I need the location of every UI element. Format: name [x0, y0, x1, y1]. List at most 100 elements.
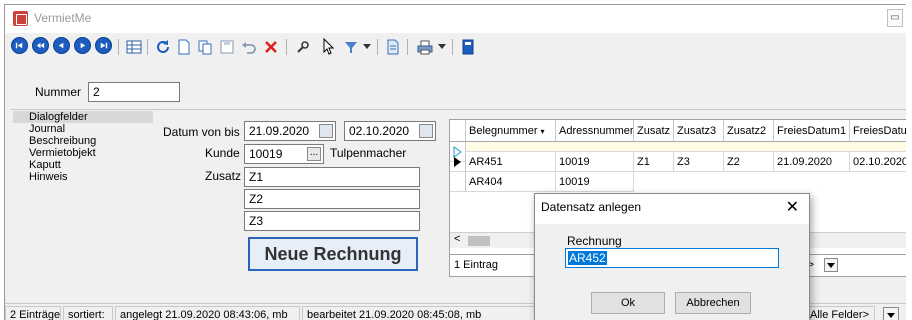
- table-icon: [126, 40, 142, 54]
- status-entry-count: 2 Einträge: [5, 306, 61, 320]
- column-header-adressnummer[interactable]: Adressnummer: [556, 120, 634, 142]
- filter-button[interactable]: [341, 37, 361, 57]
- first-record-icon: [15, 42, 23, 49]
- mouse-pointer-icon: [323, 37, 335, 55]
- print-dropdown-icon: [438, 44, 446, 49]
- section-item-vermietobjekt[interactable]: Vermietobjekt: [13, 147, 153, 159]
- kunde-name: Tulpenmacher: [330, 146, 407, 160]
- datum-von-field[interactable]: 21.09.2020: [244, 121, 336, 141]
- undo-button[interactable]: [239, 37, 259, 57]
- table-cell[interactable]: Z1: [634, 152, 674, 172]
- calendar-icon[interactable]: [319, 124, 333, 138]
- section-item-kaputt[interactable]: Kaputt: [13, 159, 153, 171]
- table-cell[interactable]: 10019: [556, 172, 634, 192]
- section-item-journal[interactable]: Journal: [13, 123, 153, 135]
- grid-corner: [450, 120, 466, 142]
- column-header-belegnummer[interactable]: Belegnummer ▾: [466, 120, 556, 142]
- column-header-zusatz2[interactable]: Zusatz2: [724, 120, 774, 142]
- table-cell[interactable]: AR451: [466, 152, 556, 172]
- table-cell[interactable]: 10019: [556, 152, 634, 172]
- new-record-button[interactable]: [175, 37, 193, 57]
- filter-dropdown-button[interactable]: [362, 37, 372, 57]
- table-view-button[interactable]: [124, 37, 144, 57]
- search-button[interactable]: [293, 37, 313, 57]
- previous-page-icon: [36, 42, 45, 49]
- zusatz-2-field[interactable]: Z2: [244, 189, 420, 209]
- search-icon: [297, 41, 309, 53]
- toolbar-separator: [147, 39, 148, 55]
- calendar-icon[interactable]: [419, 124, 433, 138]
- refresh-icon: [157, 40, 169, 53]
- first-record-button[interactable]: [11, 37, 28, 54]
- last-record-button[interactable]: [95, 37, 112, 54]
- print-button[interactable]: [415, 37, 435, 57]
- kunde-field[interactable]: 10019 ...: [244, 144, 324, 164]
- table-cell[interactable]: AR404: [466, 172, 556, 192]
- column-header-freiesdatum1[interactable]: FreiesDatum1: [774, 120, 850, 142]
- stage: VermietMe ▭ Nummer 2 Dialogfelder Journa…: [0, 0, 912, 320]
- grid-footer-dropdown[interactable]: [824, 258, 838, 272]
- previous-record-button[interactable]: [53, 37, 70, 54]
- window-title: VermietMe: [34, 11, 92, 25]
- previous-page-button[interactable]: [32, 37, 49, 54]
- toolbar-separator: [377, 39, 378, 55]
- copy-record-button[interactable]: [195, 37, 215, 57]
- table-cell[interactable]: Z2: [724, 152, 774, 172]
- column-header-zusatz3[interactable]: Zusatz3: [674, 120, 724, 142]
- section-item-beschreibung[interactable]: Beschreibung: [13, 135, 153, 147]
- dialog-title: Datensatz anlegen: [541, 200, 642, 214]
- datum-bis-value: 02.10.2020: [349, 124, 410, 138]
- row-indicator: [450, 172, 466, 192]
- toolbar-separator: [407, 39, 408, 55]
- kunde-lookup-button[interactable]: ...: [307, 147, 321, 161]
- document-button[interactable]: [383, 37, 403, 57]
- print-dropdown-button[interactable]: [437, 37, 447, 57]
- delete-button[interactable]: [261, 37, 281, 57]
- table-cell[interactable]: Z3: [674, 152, 724, 172]
- abbrechen-button[interactable]: Abbrechen: [675, 292, 751, 314]
- status-modified: bearbeitet 21.09.2020 08:45:08, mb: [302, 306, 542, 320]
- save-icon: [220, 40, 234, 54]
- chevron-down-icon: [887, 313, 895, 318]
- column-header-freiesdatum[interactable]: FreiesDatum: [850, 120, 912, 142]
- filter-row[interactable]: [466, 142, 912, 152]
- rechnung-input-value: AR452: [568, 251, 607, 265]
- chevron-down-icon: [827, 263, 835, 268]
- status-field-dropdown[interactable]: [883, 307, 899, 320]
- scrollbar-thumb[interactable]: [468, 236, 490, 246]
- status-field-filter[interactable]: Alle Felder>: [805, 306, 875, 320]
- zusatz-label: Zusatz: [205, 169, 242, 183]
- save-button[interactable]: [217, 37, 237, 57]
- table-cell[interactable]: 21.09.2020: [774, 152, 850, 172]
- neue-rechnung-button[interactable]: Neue Rechnung: [248, 237, 418, 271]
- scroll-left-icon[interactable]: <: [454, 233, 460, 245]
- datum-bis-field[interactable]: 02.10.2020: [344, 121, 436, 141]
- delete-icon: [265, 41, 277, 53]
- ok-button[interactable]: Ok: [591, 292, 665, 314]
- toolbar-separator: [452, 39, 453, 55]
- create-record-dialog: Datensatz anlegen ✕ Rechnung AR452 Ok Ab…: [534, 193, 810, 320]
- sort-indicator-icon: ▾: [540, 127, 545, 136]
- zusatz-3-field[interactable]: Z3: [244, 211, 420, 231]
- next-record-icon: [80, 42, 86, 49]
- section-item-dialogfelder[interactable]: Dialogfelder: [13, 111, 153, 123]
- last-record-icon: [100, 42, 108, 49]
- mouse-pointer: [317, 37, 339, 57]
- nummer-field[interactable]: 2: [88, 82, 180, 102]
- rechnung-input[interactable]: AR452: [565, 248, 779, 268]
- settings-button[interactable]: [458, 37, 478, 57]
- window-restore-button[interactable]: ▭: [887, 9, 903, 27]
- table-cell[interactable]: 02.10.2020: [850, 152, 912, 172]
- zusatz-1-field[interactable]: Z1: [244, 167, 420, 187]
- dialog-close-button[interactable]: ✕: [786, 197, 799, 217]
- refresh-button[interactable]: [153, 37, 173, 57]
- status-sort: sortiert:: [63, 306, 113, 320]
- section-item-hinweis[interactable]: Hinweis: [13, 171, 153, 183]
- column-header-zusatz[interactable]: Zusatz: [634, 120, 674, 142]
- nummer-label: Nummer: [35, 85, 82, 99]
- status-created: angelegt 21.09.2020 08:43:06, mb: [115, 306, 300, 320]
- undo-icon: [242, 42, 256, 54]
- window-edge: [906, 0, 912, 320]
- current-row-indicator: [450, 152, 466, 172]
- next-record-button[interactable]: [74, 37, 91, 54]
